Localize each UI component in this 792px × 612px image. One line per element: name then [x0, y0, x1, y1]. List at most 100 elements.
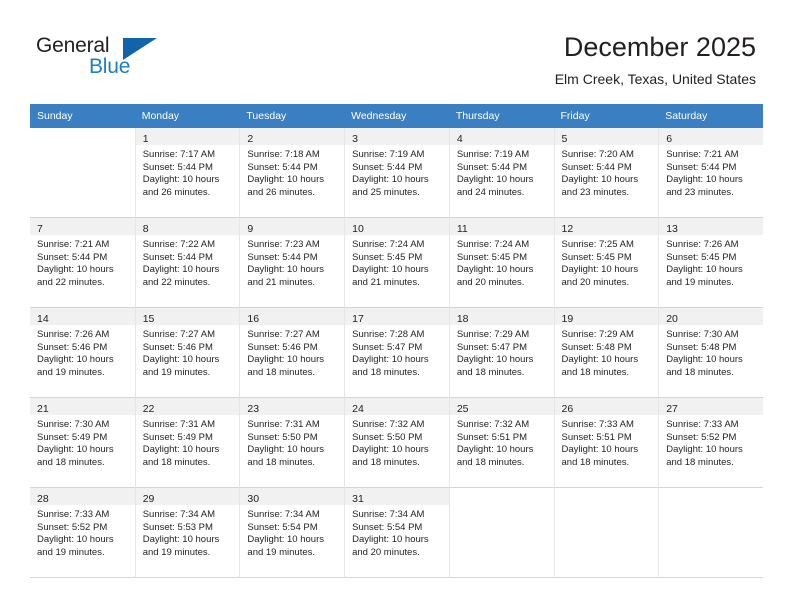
day-number-bar: 29: [135, 488, 240, 505]
location-subtitle: Elm Creek, Texas, United States: [554, 71, 756, 87]
calendar-cell: 30 Sunrise: 7:34 AM Sunset: 5:54 PM Dayligh…: [239, 488, 345, 578]
calendar-cell: 8 Sunrise: 7:22 AM Sunset: 5:44 PM Daylight…: [134, 218, 240, 308]
day-details: Sunrise: 7:31 AM Sunset: 5:49 PM Daylight:…: [136, 415, 240, 469]
calendar-day-13[interactable]: 13 Sunrise: 7:26 AM Sunset: 5:45 PM Dayligh…: [658, 218, 763, 308]
day-number-bar: 24: [345, 398, 449, 415]
day-details: Sunrise: 7:33 AM Sunset: 5:51 PM Daylight:…: [555, 415, 659, 469]
daylight-text-cont: and 18 minutes.: [352, 366, 420, 378]
day-details: Sunrise: 7:31 AM Sunset: 5:50 PM Daylight:…: [240, 415, 344, 469]
calendar-cell: 18 Sunrise: 7:29 AM Sunset: 5:47 PM Dayligh…: [448, 308, 554, 398]
calendar-day-29[interactable]: 29 Sunrise: 7:34 AM Sunset: 5:53 PM Dayligh…: [134, 488, 240, 578]
day-number: 31: [352, 493, 364, 505]
calendar-day-26[interactable]: 26 Sunrise: 7:33 AM Sunset: 5:51 PM Dayligh…: [553, 398, 659, 488]
calendar-day-16[interactable]: 16 Sunrise: 7:27 AM Sunset: 5:46 PM Dayligh…: [239, 308, 345, 398]
sunrise-text: Sunrise: 7:21 AM: [37, 239, 110, 250]
sunrise-text: Sunrise: 7:19 AM: [456, 149, 530, 160]
calendar-day-9[interactable]: 9 Sunrise: 7:23 AM Sunset: 5:44 PM Daylight…: [239, 218, 345, 308]
calendar-cell: 10 Sunrise: 7:24 AM Sunset: 5:45 PM Dayligh…: [344, 218, 449, 308]
sunset-text: Sunset: 5:44 PM: [561, 161, 632, 173]
sunset-text: Sunset: 5:46 PM: [142, 341, 213, 353]
calendar-day-4[interactable]: 4 Sunrise: 7:19 AM Sunset: 5:44 PM Daylight…: [448, 128, 554, 218]
calendar-day-6[interactable]: 6 Sunrise: 7:21 AM Sunset: 5:44 PM Daylight…: [658, 128, 763, 218]
calendar-day-1[interactable]: 1 Sunrise: 7:17 AM Sunset: 5:44 PM Daylight…: [134, 128, 240, 218]
day-details: Sunrise: 7:19 AM Sunset: 5:44 PM Daylight:…: [450, 145, 554, 199]
calendar-cell: 16 Sunrise: 7:27 AM Sunset: 5:46 PM Dayligh…: [239, 308, 345, 398]
daylight-text: Daylight: 10 hours: [247, 444, 324, 456]
calendar-day-2[interactable]: 2 Sunrise: 7:18 AM Sunset: 5:44 PM Daylight…: [239, 128, 345, 218]
sunrise-text: Sunrise: 7:24 AM: [352, 239, 425, 250]
calendar-cell: 21 Sunrise: 7:30 AM Sunset: 5:49 PM Dayligh…: [30, 398, 135, 488]
calendar-day-11[interactable]: 11 Sunrise: 7:24 AM Sunset: 5:45 PM Dayligh…: [448, 218, 554, 308]
sunrise-text: Sunrise: 7:25 AM: [561, 239, 634, 250]
sunset-text: Sunset: 5:52 PM: [666, 431, 737, 443]
day-details: [450, 505, 554, 509]
calendar-cell: 23 Sunrise: 7:31 AM Sunset: 5:50 PM Dayligh…: [239, 398, 345, 488]
calendar-cell: 31 Sunrise: 7:34 AM Sunset: 5:54 PM Dayligh…: [344, 488, 449, 578]
daylight-text: Daylight: 10 hours: [456, 174, 534, 186]
daylight-text-cont: and 22 minutes.: [142, 276, 211, 288]
sunrise-text: Sunrise: 7:26 AM: [666, 239, 739, 250]
calendar-day-8[interactable]: 8 Sunrise: 7:22 AM Sunset: 5:44 PM Daylight…: [134, 218, 240, 308]
day-number-bar: 3: [345, 128, 449, 145]
weekday-header-thursday: Thursday: [448, 104, 554, 128]
calendar-day-5[interactable]: 5 Sunrise: 7:20 AM Sunset: 5:44 PM Daylight…: [553, 128, 659, 218]
day-number-bar: [449, 488, 554, 505]
daylight-text-cont: and 19 minutes.: [37, 366, 105, 378]
calendar-day-12[interactable]: 12 Sunrise: 7:25 AM Sunset: 5:45 PM Dayligh…: [553, 218, 659, 308]
page-title: December 2025: [563, 32, 756, 62]
day-number-bar: [659, 488, 763, 505]
sunset-text: Sunset: 5:50 PM: [247, 431, 318, 443]
weekday-header-wednesday: Wednesday: [344, 104, 449, 128]
calendar-cell: 9 Sunrise: 7:23 AM Sunset: 5:44 PM Daylight…: [239, 218, 345, 308]
calendar-day-27[interactable]: 27 Sunrise: 7:33 AM Sunset: 5:52 PM Dayligh…: [658, 398, 763, 488]
sunset-text: Sunset: 5:44 PM: [247, 161, 318, 173]
daylight-text: Daylight: 10 hours: [352, 264, 429, 276]
daylight-text: Daylight: 10 hours: [247, 534, 324, 546]
day-number: 12: [561, 223, 574, 235]
calendar-cell: 26 Sunrise: 7:33 AM Sunset: 5:51 PM Dayligh…: [553, 398, 659, 488]
calendar-day-20[interactable]: 20 Sunrise: 7:30 AM Sunset: 5:48 PM Dayligh…: [658, 308, 763, 398]
calendar-day-25[interactable]: 25 Sunrise: 7:32 AM Sunset: 5:51 PM Dayligh…: [448, 398, 554, 488]
calendar-cell: [448, 488, 554, 578]
day-number: 7: [37, 223, 43, 235]
daylight-text: Daylight: 10 hours: [666, 354, 743, 366]
day-details: Sunrise: 7:25 AM Sunset: 5:45 PM Daylight:…: [555, 235, 659, 289]
daylight-text-cont: and 18 minutes.: [456, 456, 525, 468]
day-number: 21: [37, 403, 49, 415]
calendar-day-24[interactable]: 24 Sunrise: 7:32 AM Sunset: 5:50 PM Dayligh…: [344, 398, 449, 488]
day-number-bar: 9: [240, 218, 345, 235]
calendar-day-17[interactable]: 17 Sunrise: 7:28 AM Sunset: 5:47 PM Dayligh…: [344, 308, 449, 398]
brand-logo[interactable]: General Blue: [36, 34, 186, 84]
day-number: 4: [456, 133, 463, 145]
daylight-text: Daylight: 10 hours: [247, 174, 324, 186]
sunrise-text: Sunrise: 7:34 AM: [142, 509, 216, 520]
calendar-day-19[interactable]: 19 Sunrise: 7:29 AM Sunset: 5:48 PM Dayligh…: [553, 308, 659, 398]
calendar-body: 1 Sunrise: 7:17 AM Sunset: 5:44 PM Daylight…: [30, 128, 763, 578]
calendar-day-3[interactable]: 3 Sunrise: 7:19 AM Sunset: 5:44 PM Daylight…: [344, 128, 449, 218]
sunset-text: Sunset: 5:52 PM: [37, 521, 108, 533]
daylight-text: Daylight: 10 hours: [561, 174, 639, 186]
day-number-bar: 13: [659, 218, 763, 235]
calendar-day-14[interactable]: 14 Sunrise: 7:26 AM Sunset: 5:46 PM Dayligh…: [30, 308, 135, 398]
calendar-day-23[interactable]: 23 Sunrise: 7:31 AM Sunset: 5:50 PM Dayligh…: [239, 398, 345, 488]
calendar-day-7[interactable]: 7 Sunrise: 7:21 AM Sunset: 5:44 PM Daylight…: [30, 218, 135, 308]
day-details: Sunrise: 7:34 AM Sunset: 5:53 PM Daylight:…: [136, 505, 240, 559]
day-number-bar: 1: [135, 128, 240, 145]
sunrise-text: Sunrise: 7:22 AM: [142, 239, 216, 250]
calendar-cell: 24 Sunrise: 7:32 AM Sunset: 5:50 PM Dayligh…: [344, 398, 449, 488]
sunrise-text: Sunrise: 7:27 AM: [142, 329, 216, 340]
daylight-text: Daylight: 10 hours: [142, 354, 220, 366]
calendar-day-22[interactable]: 22 Sunrise: 7:31 AM Sunset: 5:49 PM Dayligh…: [134, 398, 240, 488]
calendar-cell: 25 Sunrise: 7:32 AM Sunset: 5:51 PM Dayligh…: [448, 398, 554, 488]
calendar-day-31[interactable]: 31 Sunrise: 7:34 AM Sunset: 5:54 PM Dayligh…: [344, 488, 449, 578]
calendar-day-28[interactable]: 28 Sunrise: 7:33 AM Sunset: 5:52 PM Dayligh…: [30, 488, 135, 578]
calendar-day-30[interactable]: 30 Sunrise: 7:34 AM Sunset: 5:54 PM Dayligh…: [239, 488, 345, 578]
day-details: Sunrise: 7:33 AM Sunset: 5:52 PM Daylight:…: [659, 415, 763, 469]
daylight-text: Daylight: 10 hours: [142, 444, 220, 456]
daylight-text: Daylight: 10 hours: [247, 354, 324, 366]
calendar-day-21[interactable]: 21 Sunrise: 7:30 AM Sunset: 5:49 PM Dayligh…: [30, 398, 135, 488]
daylight-text-cont: and 20 minutes.: [352, 546, 420, 558]
calendar-day-15[interactable]: 15 Sunrise: 7:27 AM Sunset: 5:46 PM Dayligh…: [134, 308, 240, 398]
calendar-day-18[interactable]: 18 Sunrise: 7:29 AM Sunset: 5:47 PM Dayligh…: [448, 308, 554, 398]
calendar-day-10[interactable]: 10 Sunrise: 7:24 AM Sunset: 5:45 PM Dayligh…: [344, 218, 449, 308]
